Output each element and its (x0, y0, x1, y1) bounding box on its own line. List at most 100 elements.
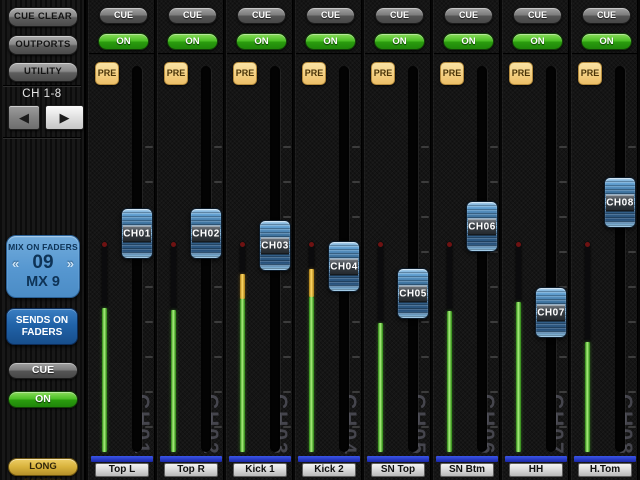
fader-scale-tick (421, 251, 429, 253)
fader-scale-tick (490, 146, 498, 148)
channel-on-button[interactable]: ON (305, 33, 356, 50)
fader-cap[interactable]: CH01 (121, 208, 153, 259)
channel-on-button[interactable]: ON (581, 33, 632, 50)
channel-name-label: HH (509, 463, 563, 477)
channel-color-bar (229, 456, 291, 462)
channel-cue-button[interactable]: CUE (582, 7, 631, 24)
strip-divider (227, 53, 292, 55)
pre-indicator: PRE (371, 62, 395, 85)
strip-divider (503, 53, 568, 55)
fader-scale-tick (490, 426, 498, 428)
fader-cap[interactable]: CH03 (259, 220, 291, 271)
channel-cue-button[interactable]: CUE (168, 7, 217, 24)
fader-cap-label: CH02 (192, 225, 220, 242)
channel-cue-button[interactable]: CUE (444, 7, 493, 24)
outports-button[interactable]: OUTPORTS (8, 35, 78, 55)
channel-on-button[interactable]: ON (167, 33, 218, 50)
channel-on-button[interactable]: ON (98, 33, 149, 50)
sidebar-on-button[interactable]: ON (8, 391, 78, 408)
fader-cap-label: CH06 (468, 218, 496, 235)
meter-level-green (171, 310, 176, 452)
fader-cap-label: CH04 (330, 258, 358, 275)
sends-on-faders-button[interactable]: SENDS ON FADERS (6, 308, 78, 345)
meter-level-yellow (240, 274, 245, 299)
channel-color-bar (574, 456, 636, 462)
mix-panel-title: MIX ON FADERS (7, 242, 79, 252)
pre-indicator: PRE (302, 62, 326, 85)
fader-scale-tick (559, 146, 567, 148)
meter-peak-dot (516, 242, 521, 247)
fader-track[interactable] (615, 66, 625, 452)
fader-cap[interactable]: CH08 (604, 177, 636, 228)
bank-prev-button[interactable]: ◀ (8, 105, 40, 130)
fader-scale-tick (421, 146, 429, 148)
fader-cap[interactable]: CH06 (466, 201, 498, 252)
mix-on-faders-panel[interactable]: MIX ON FADERS « 09 » MX 9 (6, 235, 80, 298)
utility-button[interactable]: UTILITY (8, 62, 78, 82)
mix-next-chevron-icon[interactable]: » (67, 256, 74, 271)
meter-peak-dot (585, 242, 590, 247)
fader-scale-tick (214, 391, 222, 393)
meter-peak-dot (378, 242, 383, 247)
long-faders-button[interactable]: LONG FADERS (8, 458, 78, 476)
channel-strips: CUE ON PRE CH01 CH01 Top L CUE ON PRE CH… (86, 0, 640, 480)
fader-scale-tick (283, 146, 291, 148)
fader-cap[interactable]: CH02 (190, 208, 222, 259)
cue-clear-button[interactable]: CUE CLEAR (8, 7, 78, 27)
fader-scale-tick (559, 251, 567, 253)
channel-name-label: Kick 1 (233, 463, 287, 477)
fader-scale-tick (145, 181, 153, 183)
fader-scale-tick (352, 426, 360, 428)
meter-peak-dot (240, 242, 245, 247)
fader-scale-tick (145, 391, 153, 393)
channel-on-button[interactable]: ON (512, 33, 563, 50)
meter-level-green (309, 297, 314, 452)
channel-cue-button[interactable]: CUE (513, 7, 562, 24)
fader-scale-tick (559, 426, 567, 428)
channel-on-button[interactable]: ON (443, 33, 494, 50)
fader-scale-tick (421, 321, 429, 323)
fader-cap[interactable]: CH07 (535, 287, 567, 338)
channel-cue-button[interactable]: CUE (99, 7, 148, 24)
channel-cue-button[interactable]: CUE (306, 7, 355, 24)
fader-scale-tick (352, 181, 360, 183)
channel-on-button[interactable]: ON (374, 33, 425, 50)
fader-cap[interactable]: CH04 (328, 241, 360, 292)
channel-strip: CUE ON PRE CH03 CH03 Kick 1 (226, 0, 293, 480)
sidebar-divider (3, 137, 81, 139)
fader-scale-tick (421, 181, 429, 183)
fader-cap-label: CH03 (261, 237, 289, 254)
fader-scale-tick (283, 391, 291, 393)
channel-color-bar (91, 456, 153, 462)
fader-scale-tick (490, 181, 498, 183)
channel-color-bar (505, 456, 567, 462)
fader-scale-tick (628, 286, 636, 288)
channel-cue-button[interactable]: CUE (375, 7, 424, 24)
fader-scale-tick (490, 356, 498, 358)
fader-scale-tick (559, 216, 567, 218)
channel-cue-button[interactable]: CUE (237, 7, 286, 24)
fader-track[interactable] (408, 66, 418, 452)
fader-track[interactable] (132, 66, 142, 452)
bank-next-button[interactable]: ▶ (45, 105, 84, 130)
fader-scale-tick (214, 321, 222, 323)
pre-indicator: PRE (95, 62, 119, 85)
mix-prev-chevron-icon[interactable]: « (12, 256, 19, 271)
fader-cap[interactable]: CH05 (397, 268, 429, 319)
strip-divider (434, 53, 499, 55)
fader-track[interactable] (546, 66, 556, 452)
fader-scale-tick (145, 426, 153, 428)
fader-track[interactable] (201, 66, 211, 452)
meter-peak-dot (447, 242, 452, 247)
fader-scale-tick (628, 321, 636, 323)
sidebar-cue-button[interactable]: CUE (8, 362, 78, 379)
fader-scale-tick (421, 426, 429, 428)
meter-peak-dot (309, 242, 314, 247)
mix-name: MX 9 (7, 274, 79, 290)
fader-scale-tick (559, 391, 567, 393)
fader-track[interactable] (477, 66, 487, 452)
meter-level-green (585, 342, 590, 452)
channel-strip: CUE ON PRE CH05 CH05 SN Top (364, 0, 431, 480)
channel-on-button[interactable]: ON (236, 33, 287, 50)
fader-scale-tick (421, 391, 429, 393)
